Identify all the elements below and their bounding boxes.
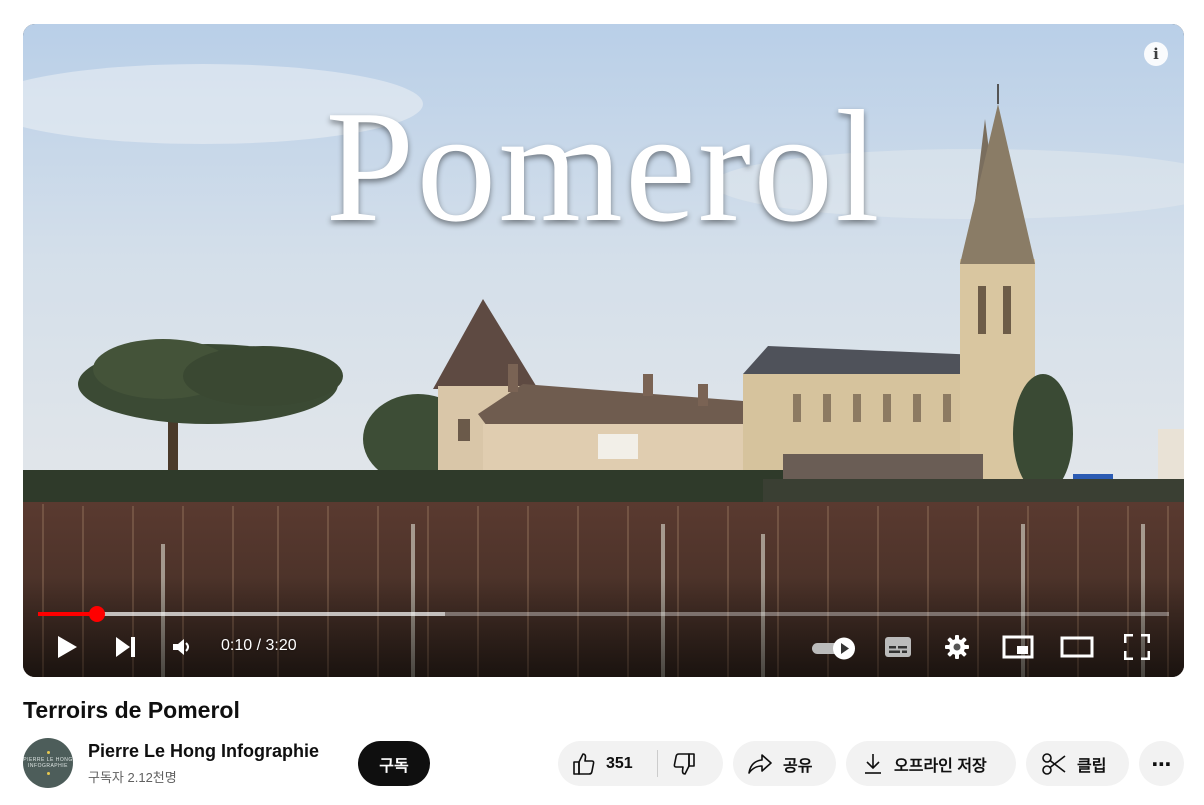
like-count: 351 [606,754,633,772]
more-actions-button[interactable]: ⋯ [1139,741,1184,786]
scissors-icon [1042,752,1066,775]
subtitles-icon [885,637,911,657]
next-icon [116,637,135,657]
like-button[interactable]: 351 [558,741,633,786]
info-icon[interactable]: i [1144,42,1168,66]
time-display: 0:10 / 3:20 [221,637,297,654]
download-icon [865,753,881,774]
subscriber-count: 구독자 2.12천명 [88,770,177,785]
settings-icon [945,635,969,659]
miniplayer-icon [1002,635,1034,659]
channel-avatar[interactable]: PIERRE LE HONG INFOGRAPHIE [23,738,73,788]
play-icon [58,636,77,658]
share-button[interactable]: 공유 [733,741,836,786]
play-button[interactable] [51,634,83,660]
settings-button[interactable] [940,632,974,662]
video-overlay-title: Pomerol [325,77,882,255]
fullscreen-button[interactable] [1120,631,1154,663]
mute-button[interactable] [167,634,197,660]
download-label: 오프라인 저장 [894,757,987,775]
avatar-text-2: INFOGRAPHIE [28,763,68,769]
progress-played [38,612,97,616]
subscribe-button[interactable]: 구독 [358,741,430,786]
subtitles-button[interactable] [881,633,915,661]
share-icon [748,753,772,774]
thumbs-down-icon [673,752,695,775]
channel-name[interactable]: Pierre Le Hong Infographie [88,741,319,762]
video-player[interactable]: Pomerol i 0:10 / 3:20 [23,24,1184,677]
like-dislike-group: 351 [558,741,723,786]
video-title: Terroirs de Pomerol [23,697,240,723]
theater-mode-button[interactable] [1057,633,1097,661]
progress-scrubber[interactable] [88,606,105,622]
miniplayer-button[interactable] [999,633,1037,661]
share-label: 공유 [783,757,813,775]
dislike-button[interactable] [672,741,696,786]
autoplay-toggle[interactable] [810,635,858,661]
clip-button[interactable]: 클립 [1026,741,1129,786]
download-button[interactable]: 오프라인 저장 [846,741,1016,786]
next-button[interactable] [109,634,141,660]
volume-icon [173,639,189,655]
like-divider [657,750,658,777]
theater-mode-icon [1060,636,1094,658]
controls-gradient [23,577,1184,677]
more-icon: ⋯ [1151,751,1172,776]
avatar-dot [46,772,50,775]
fullscreen-icon [1124,634,1150,660]
avatar-dot [46,751,50,754]
progress-bar[interactable] [38,606,1169,622]
thumbs-up-icon [573,752,595,775]
autoplay-toggle-icon [812,637,855,660]
clip-label: 클립 [1077,757,1107,775]
